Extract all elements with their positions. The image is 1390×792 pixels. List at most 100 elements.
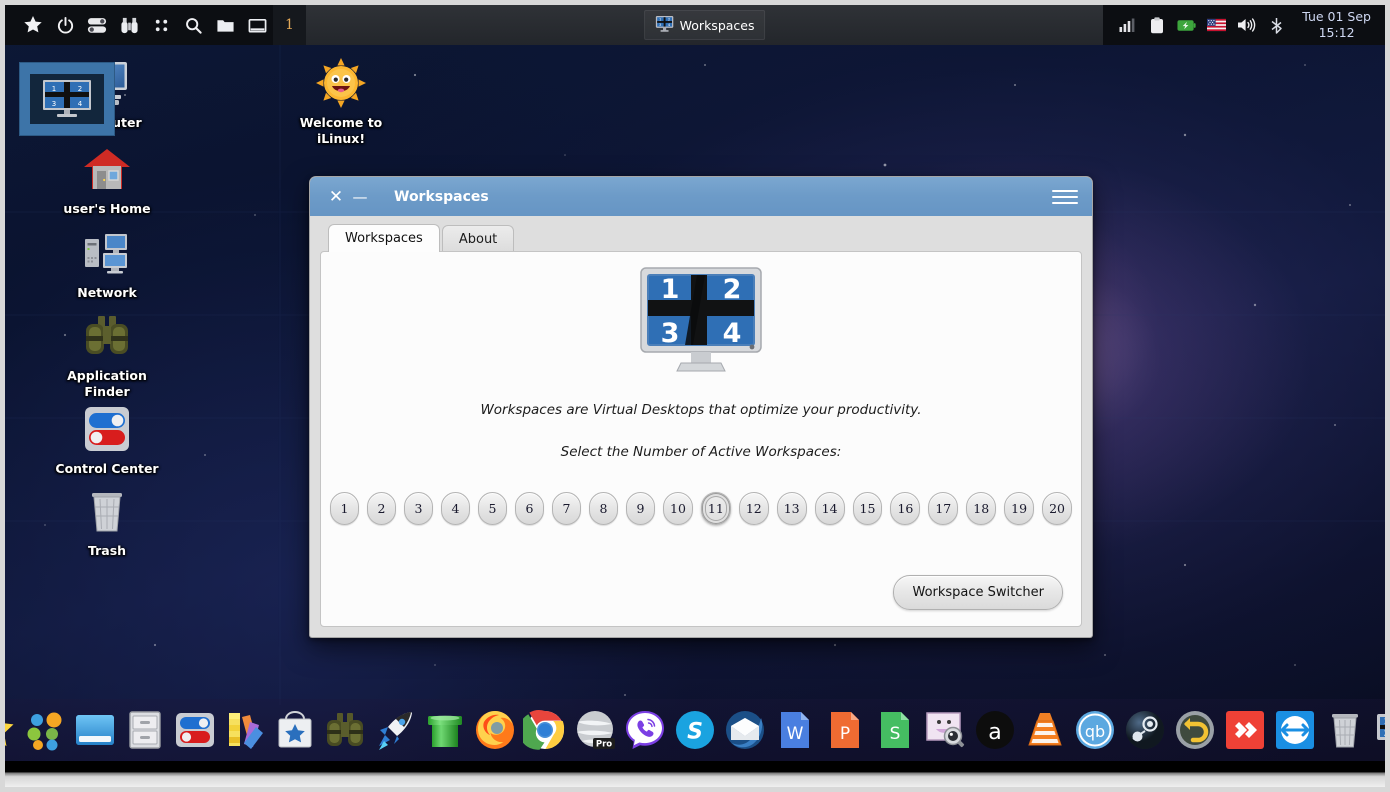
workspace-button-15[interactable]: 15 — [852, 492, 883, 525]
tab-workspaces[interactable]: Workspaces — [328, 224, 440, 252]
desktop-icon-appfinder[interactable]: Application Finder — [49, 310, 165, 399]
dock-skype[interactable]: S — [673, 707, 717, 753]
dock-window-manager[interactable] — [73, 707, 117, 753]
task-button-label: Workspaces — [679, 17, 755, 33]
keyboard-flag-us-icon[interactable] — [1207, 16, 1227, 35]
workspaces-monitor-illustration: 1 2 3 4 — [639, 266, 763, 376]
search-icon[interactable] — [183, 15, 203, 35]
dock-workspaces[interactable]: 12 34 — [1373, 707, 1385, 753]
grid-dots-icon[interactable] — [151, 15, 171, 35]
dock-green-pipe[interactable] — [423, 707, 467, 753]
desktop-icon-home[interactable]: user's Home — [49, 143, 165, 217]
workspace-button-7[interactable]: 7 — [552, 492, 582, 525]
clock-time: 15:12 — [1318, 25, 1355, 40]
dock-file-cabinet[interactable] — [123, 707, 167, 753]
dock-vlc[interactable] — [1023, 707, 1067, 753]
toggle-settings-icon[interactable] — [87, 15, 107, 35]
close-icon[interactable]: ✕ — [324, 185, 348, 209]
task-button-workspaces[interactable]: 1 2 3 4 Workspaces — [643, 10, 766, 40]
network-signal-icon[interactable] — [1117, 16, 1136, 35]
prompt-text: Select the Number of Active Workspaces: — [560, 444, 842, 460]
workspace-button-17[interactable]: 17 — [928, 492, 959, 525]
workspace-switcher-button[interactable]: Workspace Switcher — [893, 575, 1063, 610]
dock-opera-pro[interactable]: Pro — [573, 707, 617, 753]
dock-trash[interactable] — [1323, 707, 1367, 753]
workspace-button-5[interactable]: 5 — [478, 492, 508, 525]
dock-qbittorrent[interactable]: qb — [1073, 707, 1117, 753]
tab-about[interactable]: About — [441, 225, 515, 252]
folder-icon[interactable] — [215, 15, 235, 35]
minimize-icon[interactable]: — — [348, 185, 372, 209]
dock-app-grid[interactable] — [23, 707, 67, 753]
dock-whisker-menu[interactable] — [5, 707, 17, 753]
clock[interactable]: Tue 01 Sep 15:12 — [1298, 5, 1385, 45]
screen: 1 1 2 3 4 Workspaces Tue 01 Sep 15:12 1 … — [0, 0, 1390, 792]
whisker-star-icon[interactable] — [23, 15, 43, 35]
workspace-button-3[interactable]: 3 — [404, 492, 434, 525]
dock-audacious[interactable]: a — [973, 707, 1017, 753]
svg-text:W: W — [787, 724, 804, 744]
dock-thunderbird[interactable] — [723, 707, 767, 753]
dock-app-store[interactable] — [273, 707, 317, 753]
window-title: Workspaces — [394, 188, 489, 205]
sun-smile-icon — [315, 57, 367, 109]
house-icon — [81, 143, 133, 195]
workspace-button-12[interactable]: 12 — [738, 492, 769, 525]
battery-icon[interactable] — [1177, 16, 1196, 35]
top-panel: 1 1 2 3 4 Workspaces Tue 01 Sep 15:12 — [5, 5, 1385, 45]
workspace-button-19[interactable]: 19 — [1004, 492, 1035, 525]
trash-bin-icon — [81, 485, 133, 537]
dock-writer[interactable]: W — [773, 707, 817, 753]
dock-chrome[interactable] — [523, 707, 567, 753]
workspace-button-8[interactable]: 8 — [589, 492, 619, 525]
dock-anydesk[interactable] — [1223, 707, 1267, 753]
window-icon[interactable] — [247, 15, 267, 35]
dock-firefox[interactable] — [473, 707, 517, 753]
dock-color-palette[interactable] — [223, 707, 267, 753]
clipboard-icon[interactable] — [1147, 16, 1166, 35]
workspace-button-9[interactable]: 9 — [626, 492, 656, 525]
bluetooth-icon[interactable] — [1267, 16, 1286, 35]
desktop-icon-label: Network — [77, 285, 137, 300]
ws-num-4: 4 — [723, 318, 742, 349]
desktop-icon-network[interactable]: Network — [49, 227, 165, 301]
power-icon[interactable] — [55, 15, 75, 35]
workspace-indicator[interactable]: 1 — [273, 5, 306, 45]
dock-rocket[interactable] — [373, 707, 417, 753]
workspace-button-20[interactable]: 20 — [1042, 492, 1072, 525]
volume-icon[interactable] — [1237, 16, 1256, 35]
dock-binoculars[interactable] — [323, 707, 367, 753]
dock-spreadsheet[interactable]: S — [873, 707, 917, 753]
hamburger-menu-icon[interactable] — [1052, 184, 1078, 210]
workspace-button-2[interactable]: 2 — [367, 492, 397, 525]
dock-control-center[interactable] — [173, 707, 217, 753]
binoculars-icon[interactable] — [119, 15, 139, 35]
dock-teamviewer[interactable] — [1273, 707, 1317, 753]
dock-image-viewer[interactable] — [923, 707, 967, 753]
clock-date: Tue 01 Sep — [1302, 9, 1371, 25]
svg-text:a: a — [988, 720, 1001, 745]
workspace-button-4[interactable]: 4 — [441, 492, 471, 525]
svg-text:S: S — [687, 720, 703, 745]
workspace-button-13[interactable]: 13 — [776, 492, 807, 525]
workspace-button-6[interactable]: 6 — [515, 492, 545, 525]
system-tray — [1103, 5, 1299, 45]
desktop-icon-control-center[interactable]: Control Center — [49, 403, 165, 477]
workspace-button-18[interactable]: 18 — [966, 492, 997, 525]
desktop-icon-trash[interactable]: Trash — [49, 485, 165, 559]
dock-timeshift[interactable] — [1173, 707, 1217, 753]
dock-viber[interactable] — [623, 707, 667, 753]
desktop-icon-welcome[interactable]: Welcome to iLinux! — [283, 57, 399, 146]
ws-num-1: 1 — [661, 274, 680, 305]
workspace-button-11[interactable]: 11 — [700, 492, 731, 525]
workspace-button-10[interactable]: 10 — [663, 492, 693, 525]
window-titlebar[interactable]: ✕ — Workspaces — [310, 177, 1092, 216]
workspace-button-14[interactable]: 14 — [814, 492, 845, 525]
workspace-button-1[interactable]: 1 — [330, 492, 360, 525]
dock: Pro S W P S a qb 1 3 — [5, 699, 1385, 761]
window-preview-thumbnail[interactable]: 1 2 3 4 — [19, 62, 115, 136]
dock-presentation[interactable]: P — [823, 707, 867, 753]
dock-steam[interactable] — [1123, 707, 1167, 753]
workspace-button-16[interactable]: 16 — [890, 492, 921, 525]
tab-strip: Workspaces About — [320, 224, 1082, 252]
